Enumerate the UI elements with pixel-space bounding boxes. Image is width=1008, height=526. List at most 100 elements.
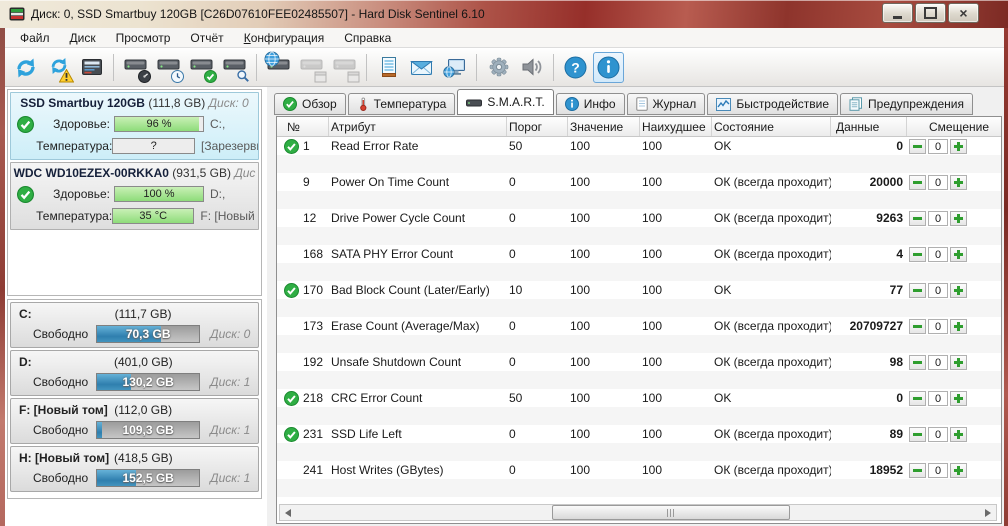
offset-increase-button[interactable] bbox=[950, 463, 967, 478]
disk-list-panel: SSD Smartbuy 120GB (111,8 GB) Диск: 0Здо… bbox=[7, 89, 262, 296]
offset-value[interactable]: 0 bbox=[928, 355, 948, 370]
tab-log[interactable]: Журнал bbox=[627, 93, 706, 115]
offset-decrease-button[interactable] bbox=[909, 139, 926, 154]
minus-icon bbox=[912, 285, 923, 296]
offset-value[interactable]: 0 bbox=[928, 391, 948, 406]
offset-increase-button[interactable] bbox=[950, 319, 967, 334]
offset-increase-button[interactable] bbox=[950, 247, 967, 262]
offset-increase-button[interactable] bbox=[950, 211, 967, 226]
offset-decrease-button[interactable] bbox=[909, 283, 926, 298]
toolbar-button-disk-search[interactable] bbox=[219, 52, 250, 83]
health-label: Здоровье: bbox=[38, 187, 114, 201]
settings-gear-icon bbox=[486, 55, 512, 81]
menu-item-2[interactable]: Просмотр bbox=[106, 29, 181, 47]
tab-smart[interactable]: S.M.A.R.T. bbox=[457, 89, 553, 115]
offset-increase-button[interactable] bbox=[950, 139, 967, 154]
offset-decrease-button[interactable] bbox=[909, 247, 926, 262]
minimize-button[interactable] bbox=[882, 3, 913, 23]
offset-value[interactable]: 0 bbox=[928, 175, 948, 190]
disk-panel-0[interactable]: SSD Smartbuy 120GB (111,8 GB) Диск: 0Здо… bbox=[10, 92, 259, 160]
smart-row-9[interactable]: 9Power On Time Count0100100ОК (всегда пр… bbox=[277, 173, 1001, 209]
offset-decrease-button[interactable] bbox=[909, 319, 926, 334]
toolbar-button-info[interactable] bbox=[593, 52, 624, 83]
partition-panel-1[interactable]: D:(401,0 GB)Свободно130,2 GBДиск: 1 bbox=[10, 350, 259, 396]
toolbar-button-disk-mount[interactable] bbox=[329, 52, 360, 83]
tab-overview[interactable]: Обзор bbox=[274, 93, 346, 115]
offset-increase-button[interactable] bbox=[950, 175, 967, 190]
offset-value[interactable]: 0 bbox=[928, 139, 948, 154]
smart-row-173[interactable]: 173Erase Count (Average/Max)0100100ОК (в… bbox=[277, 317, 1001, 353]
scrollbar-thumb[interactable] bbox=[552, 505, 790, 520]
offset-increase-button[interactable] bbox=[950, 283, 967, 298]
close-button[interactable]: × bbox=[948, 3, 979, 23]
toolbar-button-mail[interactable] bbox=[406, 52, 437, 83]
titlebar[interactable]: Диск: 0, SSD Smartbuy 120GB [C26D07610FE… bbox=[0, 0, 1008, 28]
partition-panel-3[interactable]: H: [Новый том](418,5 GB)Свободно152,5 GB… bbox=[10, 446, 259, 492]
horizontal-scrollbar[interactable] bbox=[279, 504, 997, 521]
column-header-3[interactable]: Значение bbox=[568, 117, 640, 136]
disk-panel-1[interactable]: WDC WD10EZEX-00RKKA0 (931,5 GB) ДисЗдоро… bbox=[10, 162, 259, 230]
tab-temperature[interactable]: Температура bbox=[348, 93, 456, 115]
scroll-right-arrow[interactable] bbox=[980, 505, 996, 520]
offset-value[interactable]: 0 bbox=[928, 283, 948, 298]
menu-item-0[interactable]: Файл bbox=[10, 29, 60, 47]
toolbar-button-sound[interactable] bbox=[516, 52, 547, 83]
smart-row-170[interactable]: 170Bad Block Count (Later/Early)10100100… bbox=[277, 281, 1001, 317]
smart-row-168[interactable]: 168SATA PHY Error Count0100100ОК (всегда… bbox=[277, 245, 1001, 281]
smart-row-241[interactable]: 241Host Writes (GBytes)0100100ОК (всегда… bbox=[277, 461, 1001, 497]
smart-row-218[interactable]: 218CRC Error Count50100100OK00 bbox=[277, 389, 1001, 425]
toolbar-button-refresh[interactable] bbox=[10, 52, 41, 83]
toolbar-button-settings-gear[interactable] bbox=[483, 52, 514, 83]
menu-item-4[interactable]: Конфигурация bbox=[234, 29, 335, 47]
partition-panel-0[interactable]: C:(111,7 GB)Свободно70,3 GBДиск: 0 bbox=[10, 302, 259, 348]
offset-decrease-button[interactable] bbox=[909, 463, 926, 478]
column-header-2[interactable]: Порог bbox=[507, 117, 568, 136]
column-header-7[interactable]: Смещение bbox=[907, 117, 1001, 136]
offset-decrease-button[interactable] bbox=[909, 391, 926, 406]
toolbar-button-disk-remove[interactable] bbox=[296, 52, 327, 83]
toolbar-button-log[interactable] bbox=[373, 52, 404, 83]
partition-panel-2[interactable]: F: [Новый том](112,0 GB)Свободно109,3 GB… bbox=[10, 398, 259, 444]
offset-decrease-button[interactable] bbox=[909, 427, 926, 442]
free-label: Свободно bbox=[33, 375, 88, 389]
smart-row-12[interactable]: 12Drive Power Cycle Count0100100ОК (всег… bbox=[277, 209, 1001, 245]
menu-item-1[interactable]: Диск bbox=[60, 29, 106, 47]
toolbar-button-globe-disk[interactable] bbox=[263, 52, 294, 83]
toolbar-button-refresh-warning[interactable] bbox=[43, 52, 74, 83]
offset-decrease-button[interactable] bbox=[909, 355, 926, 370]
smart-row-192[interactable]: 192Unsafe Shutdown Count0100100ОК (всегд… bbox=[277, 353, 1001, 389]
toolbar-button-disk-clock[interactable] bbox=[153, 52, 184, 83]
toolbar-separator bbox=[256, 54, 257, 81]
toolbar-button-report-window[interactable] bbox=[76, 52, 107, 83]
column-header-1[interactable]: Атрибут bbox=[329, 117, 507, 136]
column-header-6[interactable]: Данные bbox=[831, 117, 907, 136]
offset-value[interactable]: 0 bbox=[928, 463, 948, 478]
offset-increase-button[interactable] bbox=[950, 355, 967, 370]
menu-item-5[interactable]: Справка bbox=[334, 29, 401, 47]
maximize-button[interactable] bbox=[915, 3, 946, 23]
column-header-4[interactable]: Наихудшее bbox=[640, 117, 712, 136]
column-header-0[interactable]: № bbox=[277, 117, 329, 136]
offset-value[interactable]: 0 bbox=[928, 211, 948, 226]
offset-value[interactable]: 0 bbox=[928, 247, 948, 262]
tab-alerts[interactable]: Предупреждения bbox=[840, 93, 973, 115]
toolbar-button-help[interactable]: ? bbox=[560, 52, 591, 83]
offset-value[interactable]: 0 bbox=[928, 319, 948, 334]
offset-decrease-button[interactable] bbox=[909, 175, 926, 190]
free-space-value: 70,3 GB bbox=[97, 326, 199, 342]
smart-row-231[interactable]: 231SSD Life Left0100100ОК (всегда проход… bbox=[277, 425, 1001, 461]
smart-row-1[interactable]: 1Read Error Rate50100100OK00 bbox=[277, 137, 1001, 173]
tab-performance[interactable]: Быстродействие bbox=[707, 93, 838, 115]
toolbar-button-disk-check[interactable] bbox=[186, 52, 217, 83]
offset-increase-button[interactable] bbox=[950, 391, 967, 406]
menu-item-3[interactable]: Отчёт bbox=[180, 29, 233, 47]
tab-info[interactable]: Инфо bbox=[556, 93, 625, 115]
partition-disk-number: Диск: 1 bbox=[210, 471, 250, 485]
offset-decrease-button[interactable] bbox=[909, 211, 926, 226]
scroll-left-arrow[interactable] bbox=[280, 505, 296, 520]
offset-increase-button[interactable] bbox=[950, 427, 967, 442]
toolbar-button-disk-detect[interactable] bbox=[120, 52, 151, 83]
toolbar-button-network[interactable] bbox=[439, 52, 470, 83]
offset-value[interactable]: 0 bbox=[928, 427, 948, 442]
column-header-5[interactable]: Состояние bbox=[712, 117, 831, 136]
